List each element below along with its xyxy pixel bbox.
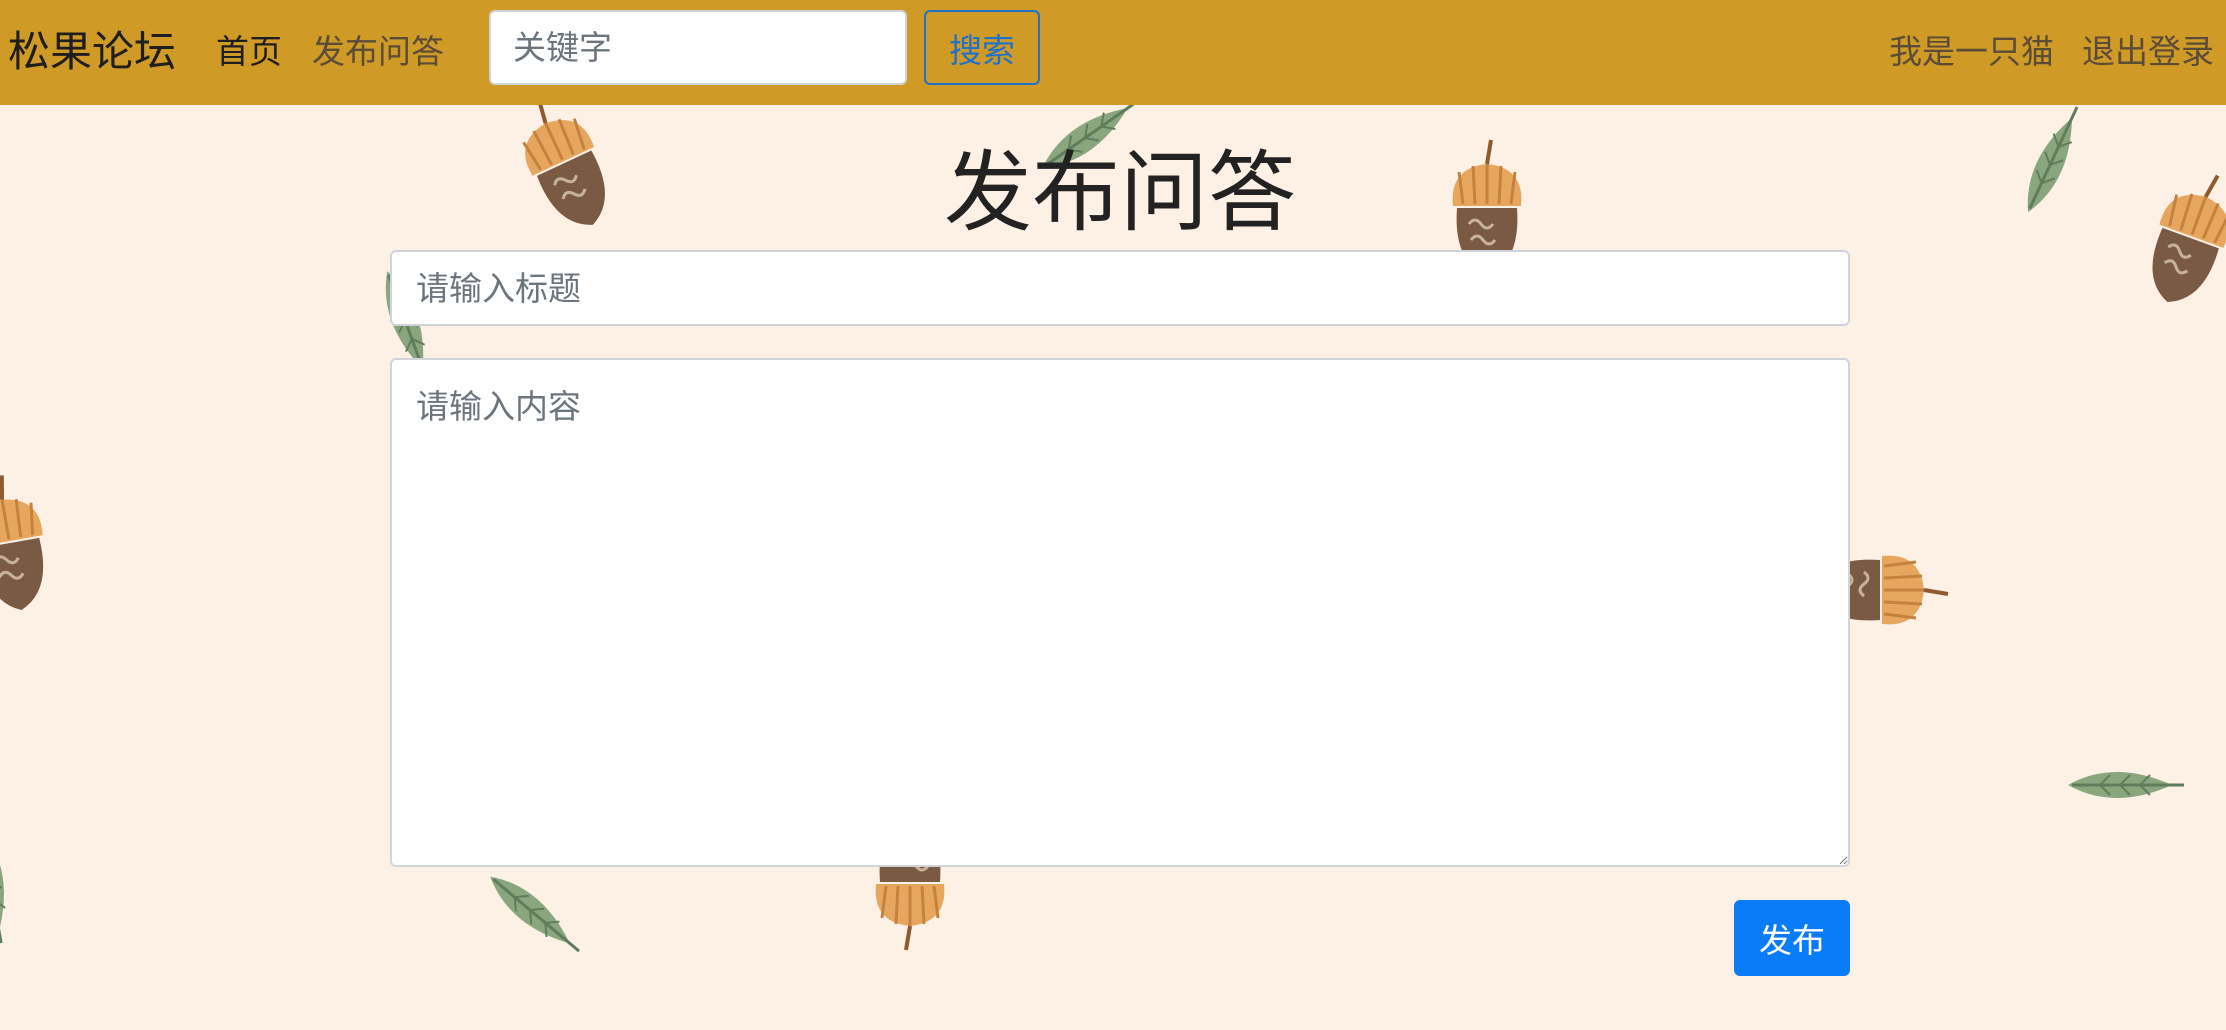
- nav-username-link[interactable]: 我是一只猫: [1889, 31, 2054, 73]
- publish-button[interactable]: 发布: [1734, 900, 1850, 976]
- page-title: 发布问答: [943, 141, 1296, 244]
- search-button[interactable]: 搜索: [924, 10, 1040, 85]
- top-navbar: 松果论坛 首页 发布问答 搜索 我是一只猫 退出登录: [0, 0, 2226, 105]
- nav-logout-link[interactable]: 退出登录: [2082, 31, 2214, 73]
- nav-home-link[interactable]: 首页: [216, 31, 282, 73]
- search-input[interactable]: [489, 10, 907, 85]
- title-input[interactable]: [390, 250, 1850, 326]
- nav-post-question-link[interactable]: 发布问答: [312, 31, 444, 73]
- brand-logo-text[interactable]: 松果论坛: [8, 26, 176, 78]
- content-textarea[interactable]: [390, 358, 1850, 867]
